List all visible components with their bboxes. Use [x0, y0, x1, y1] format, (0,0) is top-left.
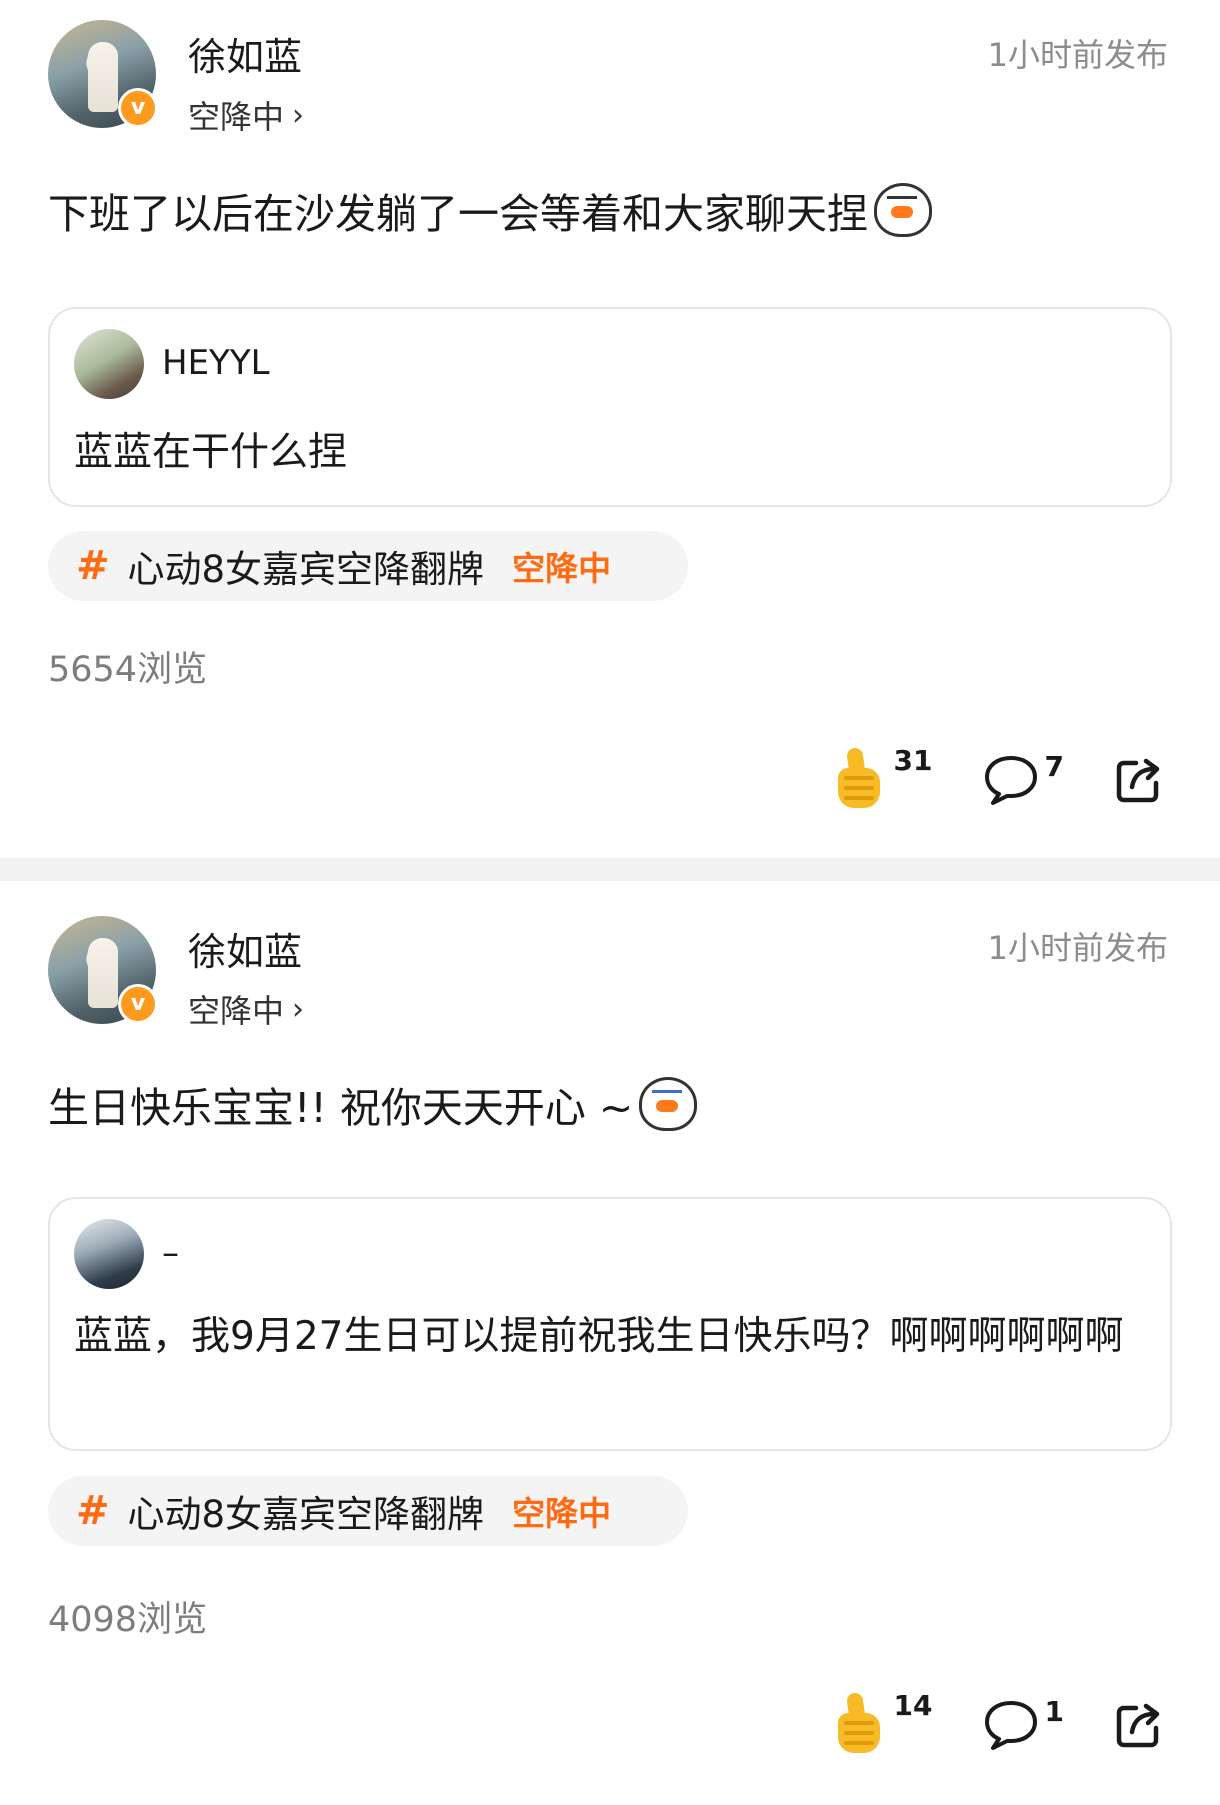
- quoted-comment[interactable]: – 蓝蓝，我9月27生日可以提前祝我生日快乐吗？啊啊啊啊啊啊: [48, 1197, 1172, 1451]
- author-name[interactable]: 徐如蓝: [188, 921, 302, 976]
- like-count: 31: [893, 744, 933, 777]
- topic-status: 空降中: [512, 1494, 612, 1533]
- commenter-avatar: [74, 329, 144, 399]
- thumbs-up-icon: [834, 747, 888, 812]
- post-text-content: 下班了以后在沙发躺了一会等着和大家聊天捏: [48, 190, 868, 238]
- commenter-name: HEYYL: [162, 343, 270, 383]
- author-avatar[interactable]: v: [48, 916, 158, 1024]
- post-time: 1小时前发布: [987, 36, 1168, 74]
- topic-chip[interactable]: # 心动8女嘉宾空降翻牌 空降中: [48, 1476, 688, 1546]
- avatar-figure: [88, 42, 118, 112]
- action-bar: 31 7: [834, 744, 1164, 812]
- verified-badge-icon: v: [118, 88, 158, 128]
- author-status-link[interactable]: 空降中 ›: [188, 986, 304, 1032]
- comment-count: 1: [1044, 1695, 1064, 1728]
- like-button[interactable]: 31: [834, 744, 933, 812]
- action-bar: 14 1: [834, 1689, 1164, 1757]
- share-icon: [1114, 1700, 1164, 1750]
- post-card-2: v 徐如蓝 空降中 › 1小时前发布 生日快乐宝宝!! 祝你天天开心 ~ – 蓝…: [0, 881, 1220, 1805]
- chevron-right-icon: ›: [292, 991, 305, 1027]
- commenter-text: 蓝蓝，我9月27生日可以提前祝我生日快乐吗？啊啊啊啊啊啊: [74, 1314, 1124, 1359]
- comment-button[interactable]: 7: [983, 750, 1064, 806]
- commenter-avatar: [74, 1219, 144, 1289]
- verified-badge-icon: v: [118, 984, 158, 1024]
- post-text-content: 生日快乐宝宝!! 祝你天天开心 ~: [48, 1084, 634, 1132]
- share-icon: [1114, 755, 1164, 805]
- post-time: 1小时前发布: [987, 929, 1168, 967]
- thumbs-up-icon: [834, 1692, 888, 1757]
- crying-duck-emoji-icon: [639, 1077, 698, 1131]
- commenter-name: –: [162, 1233, 179, 1273]
- avatar-figure: [88, 938, 118, 1008]
- post-text: 下班了以后在沙发躺了一会等着和大家聊天捏: [48, 180, 1180, 240]
- author-name[interactable]: 徐如蓝: [188, 26, 302, 81]
- comment-bubble-icon: [983, 754, 1039, 806]
- author-status: 空降中: [188, 992, 285, 1030]
- author-status-link[interactable]: 空降中 ›: [188, 92, 304, 138]
- view-count: 5654浏览: [48, 650, 208, 690]
- topic-status: 空降中: [512, 549, 612, 588]
- comment-button[interactable]: 1: [983, 1695, 1064, 1751]
- post-text: 生日快乐宝宝!! 祝你天天开心 ~: [48, 1074, 1180, 1134]
- topic-name: 心动8女嘉宾空降翻牌: [127, 1493, 485, 1536]
- share-button[interactable]: [1114, 755, 1164, 805]
- author-avatar[interactable]: v: [48, 20, 158, 128]
- commenter-text: 蓝蓝在干什么捏: [74, 430, 348, 475]
- quoted-comment[interactable]: HEYYL 蓝蓝在干什么捏: [48, 307, 1172, 507]
- topic-name: 心动8女嘉宾空降翻牌: [127, 548, 485, 591]
- author-status: 空降中: [188, 98, 285, 136]
- view-count: 4098浏览: [48, 1600, 208, 1640]
- comment-count: 7: [1044, 750, 1064, 783]
- like-button[interactable]: 14: [834, 1689, 933, 1757]
- comment-bubble-icon: [983, 1699, 1039, 1751]
- topic-chip[interactable]: # 心动8女嘉宾空降翻牌 空降中: [48, 531, 688, 601]
- hashtag-icon: #: [76, 1488, 110, 1534]
- chevron-right-icon: ›: [292, 97, 305, 133]
- post-divider: [0, 858, 1220, 881]
- post-card-1: v 徐如蓝 空降中 › 1小时前发布 下班了以后在沙发躺了一会等着和大家聊天捏 …: [0, 0, 1220, 858]
- hashtag-icon: #: [76, 543, 110, 589]
- like-count: 14: [893, 1689, 933, 1722]
- share-button[interactable]: [1114, 1700, 1164, 1750]
- duck-emoji-icon: [874, 183, 932, 237]
